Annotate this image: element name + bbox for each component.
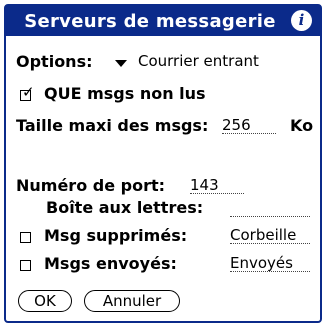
max-size-unit: Ko bbox=[290, 116, 314, 135]
options-label: Options: bbox=[16, 52, 93, 71]
sent-checkbox[interactable] bbox=[20, 260, 31, 271]
options-select[interactable]: Courrier entrant bbox=[138, 52, 259, 70]
mailbox-field[interactable] bbox=[230, 199, 310, 217]
max-size-label: Taille maxi des msgs: bbox=[16, 116, 209, 135]
port-field[interactable]: 143 bbox=[190, 177, 244, 194]
dialog-title: Serveurs de messagerie bbox=[24, 10, 276, 32]
dropdown-arrow-icon[interactable] bbox=[115, 60, 127, 67]
cancel-button[interactable]: Annuler bbox=[84, 290, 180, 312]
unread-only-checkbox[interactable]: ✓ bbox=[20, 85, 35, 101]
mail-servers-dialog: Serveurs de messagerie i Options: Courri… bbox=[4, 4, 322, 323]
max-size-field[interactable]: 256 bbox=[222, 117, 276, 134]
deleted-checkbox[interactable] bbox=[20, 232, 31, 243]
sent-label: Msgs envoyés: bbox=[44, 254, 177, 273]
checkmark-icon: ✓ bbox=[22, 83, 35, 101]
title-bar: Serveurs de messagerie i bbox=[6, 6, 320, 36]
deleted-label: Msg supprimés: bbox=[44, 226, 188, 245]
deleted-field[interactable]: Corbeille bbox=[230, 227, 310, 244]
mailbox-label: Boîte aux lettres: bbox=[46, 198, 204, 217]
info-icon[interactable]: i bbox=[291, 10, 312, 31]
ok-button[interactable]: OK bbox=[18, 290, 72, 312]
unread-only-label: QUE msgs non lus bbox=[44, 84, 206, 103]
sent-field[interactable]: Envoyés bbox=[230, 255, 310, 272]
port-label: Numéro de port: bbox=[16, 176, 166, 195]
